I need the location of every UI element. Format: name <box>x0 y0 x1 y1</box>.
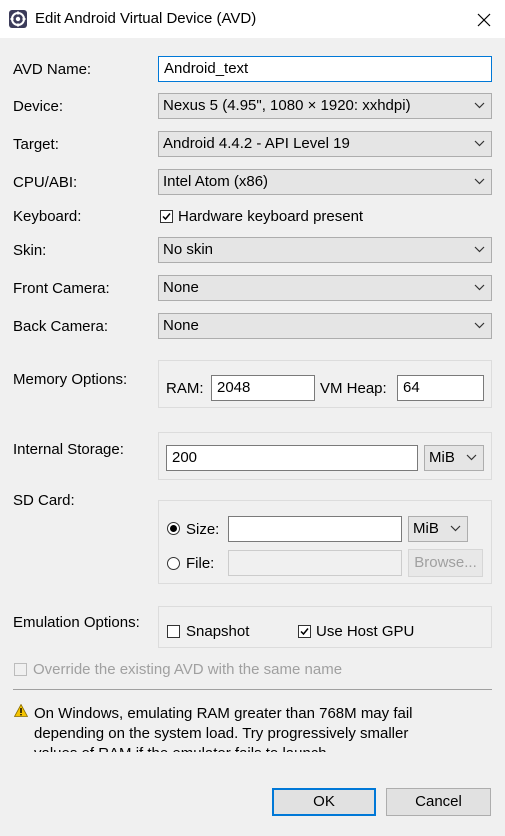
use-host-gpu-checkbox[interactable] <box>298 625 311 638</box>
sd-size-unit-select[interactable]: MiB <box>408 516 468 542</box>
warning-line-3: values of RAM if the emulator fails to l… <box>34 744 492 752</box>
ram-input[interactable]: 2048 <box>211 375 315 401</box>
override-checkbox[interactable] <box>14 663 27 676</box>
cpu-abi-label: CPU/ABI: <box>13 174 78 191</box>
warning-icon <box>13 703 29 717</box>
avd-name-input[interactable]: Android_text <box>158 56 492 82</box>
avd-name-label: AVD Name: <box>13 61 92 78</box>
ok-button[interactable]: OK <box>272 788 376 816</box>
checkmark-icon <box>162 213 171 221</box>
back-camera-value: None <box>163 317 199 334</box>
radio-selected-dot <box>170 525 177 532</box>
skin-value: No skin <box>163 241 214 258</box>
vm-heap-input[interactable]: 64 <box>397 375 484 401</box>
sd-size-input[interactable] <box>228 516 402 542</box>
sd-size-label[interactable]: Size: <box>186 521 219 539</box>
device-label: Device: <box>13 98 64 115</box>
snapshot-checkbox[interactable] <box>167 625 180 638</box>
browse-button[interactable]: Browse... <box>408 549 483 577</box>
target-select[interactable]: Android 4.4.2 - API Level 19 <box>158 131 492 157</box>
target-label: Target: <box>13 136 59 153</box>
device-value: Nexus 5 (4.95", 1080 × 1920: xxhdpi) <box>163 97 411 114</box>
memory-options-label: Memory Options: <box>13 371 128 388</box>
internal-storage-input[interactable]: 200 <box>166 445 418 471</box>
hardware-keyboard-label[interactable]: Hardware keyboard present <box>178 208 363 226</box>
chevron-down-icon <box>450 525 461 532</box>
chevron-down-icon <box>474 102 485 109</box>
close-button[interactable] <box>466 6 502 34</box>
sd-size-radio[interactable] <box>167 522 180 535</box>
keyboard-label: Keyboard: <box>13 208 82 225</box>
eclipse-gear-icon <box>9 10 27 28</box>
chevron-down-icon <box>474 140 485 147</box>
back-camera-label: Back Camera: <box>13 318 109 335</box>
snapshot-label[interactable]: Snapshot <box>186 623 249 641</box>
skin-label: Skin: <box>13 242 47 259</box>
front-camera-select[interactable]: None <box>158 275 492 301</box>
chevron-down-icon <box>474 322 485 329</box>
separator <box>13 689 492 690</box>
cpu-abi-value: Intel Atom (x86) <box>163 173 269 190</box>
cancel-button[interactable]: Cancel <box>386 788 491 816</box>
override-label: Override the existing AVD with the same … <box>33 661 343 678</box>
checkmark-icon <box>300 628 309 636</box>
cpu-abi-select[interactable]: Intel Atom (x86) <box>158 169 492 195</box>
chevron-down-icon <box>474 178 485 185</box>
skin-select[interactable]: No skin <box>158 237 492 263</box>
window-title: Edit Android Virtual Device (AVD) <box>35 10 257 27</box>
hardware-keyboard-checkbox[interactable] <box>160 210 173 223</box>
sd-size-unit-value: MiB <box>413 520 439 537</box>
warning-message: On Windows, emulating RAM greater than 7… <box>34 704 492 752</box>
chevron-down-icon <box>474 246 485 253</box>
close-icon <box>477 13 491 27</box>
chevron-down-icon <box>474 284 485 291</box>
vm-heap-label: VM Heap: <box>320 380 387 397</box>
sd-file-input[interactable] <box>228 550 402 576</box>
front-camera-value: None <box>163 279 199 296</box>
chevron-down-icon <box>466 454 477 461</box>
device-select[interactable]: Nexus 5 (4.95", 1080 × 1920: xxhdpi) <box>158 93 492 119</box>
warning-line-2: depending on the system load. Try progre… <box>34 725 409 742</box>
front-camera-label: Front Camera: <box>13 280 110 297</box>
internal-storage-unit-select[interactable]: MiB <box>424 445 484 471</box>
target-value: Android 4.4.2 - API Level 19 <box>163 135 350 152</box>
sd-file-radio[interactable] <box>167 557 180 570</box>
ram-label: RAM: <box>166 380 204 397</box>
sd-file-label[interactable]: File: <box>186 555 214 573</box>
warning-line-1: On Windows, emulating RAM greater than 7… <box>34 705 413 722</box>
emulation-options-label: Emulation Options: <box>13 614 140 631</box>
use-host-gpu-label[interactable]: Use Host GPU <box>316 623 414 641</box>
internal-storage-unit-value: MiB <box>429 449 455 466</box>
back-camera-select[interactable]: None <box>158 313 492 339</box>
sd-card-label: SD Card: <box>13 492 75 509</box>
internal-storage-label: Internal Storage: <box>13 441 124 458</box>
